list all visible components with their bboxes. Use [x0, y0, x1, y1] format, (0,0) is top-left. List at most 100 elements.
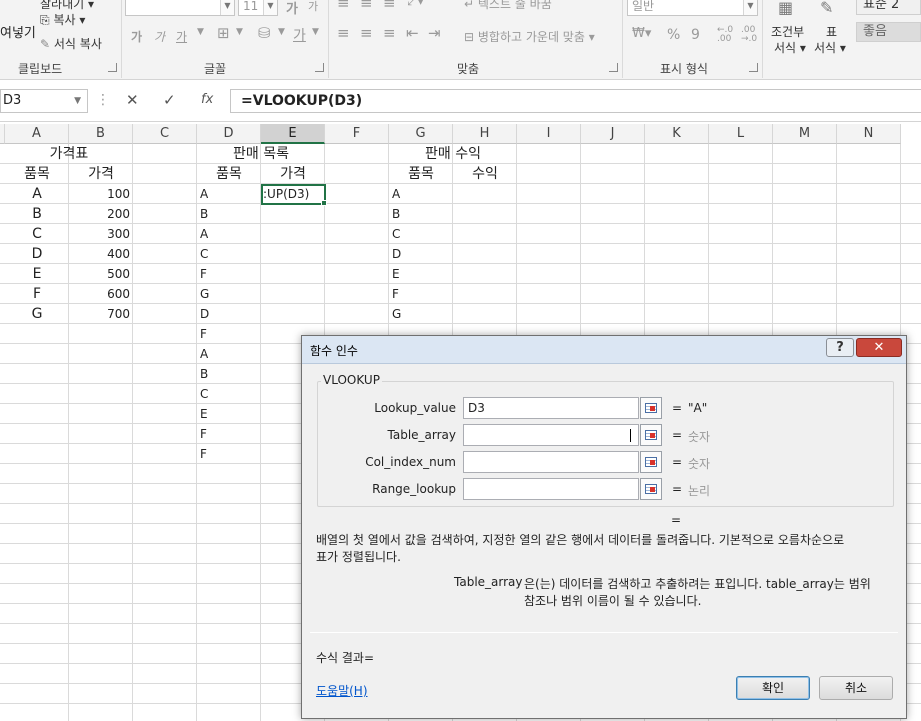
revenue-header-item[interactable]: 품목	[389, 164, 453, 184]
align-center-icon[interactable]: ≡	[360, 24, 373, 42]
middle-align-icon[interactable]: ≡	[360, 0, 373, 12]
font-color-button[interactable]: 가	[293, 25, 306, 45]
cell[interactable]: A	[197, 224, 261, 244]
collapse-dialog-icon[interactable]	[640, 451, 662, 473]
cell[interactable]: 600	[69, 284, 133, 304]
column-header-j[interactable]: J	[581, 124, 645, 144]
italic-button[interactable]: 가	[154, 28, 165, 45]
formula-input[interactable]: =VLOOKUP(D3)	[230, 89, 921, 113]
cell[interactable]: G	[197, 284, 261, 304]
decrease-indent-icon[interactable]: ⇤	[406, 24, 419, 42]
orientation-icon[interactable]: ⤢▾	[407, 0, 424, 9]
cell[interactable]: C	[5, 224, 69, 244]
column-header-k[interactable]: K	[645, 124, 709, 144]
wrap-text-button[interactable]: ↵ 텍스트 줄 바꿈	[464, 0, 552, 12]
cell[interactable]: B	[197, 204, 261, 224]
cell[interactable]: D	[389, 244, 453, 264]
active-cell-E3[interactable]: :UP(D3)	[261, 184, 326, 205]
cell[interactable]: F	[197, 444, 261, 464]
table-array-input[interactable]	[463, 424, 639, 446]
align-left-icon[interactable]: ≡	[337, 24, 350, 42]
fill-color-icon[interactable]: ⛁	[258, 24, 271, 42]
cell[interactable]: G	[389, 304, 453, 324]
price-header-price[interactable]: 가격	[69, 164, 133, 184]
style-good[interactable]: 좋음	[856, 22, 921, 42]
help-link[interactable]: 도움말(H)	[316, 682, 368, 699]
cell[interactable]: C	[197, 384, 261, 404]
column-header-f[interactable]: F	[325, 124, 389, 144]
copy-button[interactable]: ⎘ 복사 ▾	[40, 11, 85, 28]
currency-icon[interactable]: ₩▾	[632, 26, 651, 41]
fill-handle[interactable]	[321, 200, 327, 206]
underline-button[interactable]: 가	[176, 28, 187, 45]
ok-button[interactable]: 확인	[736, 676, 810, 700]
font-launcher-icon[interactable]	[315, 63, 324, 72]
column-header-d[interactable]: D	[197, 124, 261, 144]
column-header-c[interactable]: C	[133, 124, 197, 144]
column-header-a[interactable]: A	[5, 124, 69, 144]
format-as-table-button[interactable]: 표	[826, 23, 837, 40]
font-size-combo[interactable]: 11 ▼	[238, 0, 278, 16]
style-normal2[interactable]: 표준 2	[856, 0, 921, 15]
paste-button[interactable]: 여넣기	[0, 22, 36, 41]
cell[interactable]: C	[389, 224, 453, 244]
shrink-font-button[interactable]: 가	[308, 0, 318, 14]
cell[interactable]: B	[389, 204, 453, 224]
collapse-dialog-icon[interactable]	[640, 397, 662, 419]
comma-button[interactable]: 9	[691, 27, 700, 43]
cell[interactable]: E	[389, 264, 453, 284]
cell[interactable]: E	[5, 264, 69, 284]
sales-header-price[interactable]: 가격	[261, 164, 325, 184]
increase-indent-icon[interactable]: ⇥	[428, 24, 441, 42]
cell[interactable]: F	[5, 284, 69, 304]
cancel-entry-button[interactable]: ✕	[126, 91, 139, 109]
collapse-dialog-icon[interactable]	[640, 478, 662, 500]
font-name-combo[interactable]: ▼	[125, 0, 235, 16]
cell[interactable]: 100	[69, 184, 133, 204]
cell[interactable]: F	[197, 264, 261, 284]
grow-font-button[interactable]: 가	[286, 0, 298, 17]
format-painter-button[interactable]: ✎ 서식 복사	[40, 35, 102, 52]
cell[interactable]: D	[197, 304, 261, 324]
number-launcher-icon[interactable]	[749, 63, 758, 72]
cell[interactable]: 700	[69, 304, 133, 324]
range-lookup-input[interactable]	[463, 478, 639, 500]
close-button[interactable]: ✕	[856, 338, 902, 357]
column-header-l[interactable]: L	[709, 124, 773, 144]
cell[interactable]: B	[197, 364, 261, 384]
cell[interactable]: 400	[69, 244, 133, 264]
top-align-icon[interactable]: ≡	[337, 0, 350, 12]
bold-button[interactable]: 가	[131, 28, 142, 45]
chevron-down-icon[interactable]: ▼	[197, 27, 204, 37]
column-header-h[interactable]: H	[453, 124, 517, 144]
name-box[interactable]: D3 ▼	[0, 89, 88, 113]
cell[interactable]: 300	[69, 224, 133, 244]
cell[interactable]: A	[5, 184, 69, 204]
cell[interactable]: A	[197, 344, 261, 364]
revenue-header-revenue[interactable]: 수익	[453, 164, 517, 184]
column-header-e[interactable]: E	[261, 124, 325, 144]
cell[interactable]: G	[5, 304, 69, 324]
conditional-format-button[interactable]: 조건부	[771, 23, 804, 40]
cancel-button[interactable]: 취소	[819, 676, 893, 700]
cell[interactable]: F	[197, 424, 261, 444]
insert-function-button[interactable]: fx	[201, 92, 213, 107]
column-header-i[interactable]: I	[517, 124, 581, 144]
bottom-align-icon[interactable]: ≡	[383, 0, 396, 12]
merge-center-button[interactable]: ⊟ 병합하고 가운데 맞춤 ▾	[464, 28, 595, 45]
alignment-launcher-icon[interactable]	[609, 63, 618, 72]
increase-decimal-button[interactable]: ←.0 .00	[717, 26, 737, 44]
align-right-icon[interactable]: ≡	[383, 24, 396, 42]
decrease-decimal-button[interactable]: .00 →.0	[741, 26, 763, 44]
cell[interactable]: A	[197, 184, 261, 204]
cell[interactable]: E	[197, 404, 261, 424]
cell[interactable]: 500	[69, 264, 133, 284]
cell[interactable]: C	[197, 244, 261, 264]
price-header-item[interactable]: 품목	[5, 164, 69, 184]
column-header-b[interactable]: B	[69, 124, 133, 144]
column-header-n[interactable]: N	[837, 124, 901, 144]
cell[interactable]: F	[197, 324, 261, 344]
help-button[interactable]: ?	[826, 338, 854, 357]
column-header-g[interactable]: G	[389, 124, 453, 144]
cell[interactable]: A	[389, 184, 453, 204]
